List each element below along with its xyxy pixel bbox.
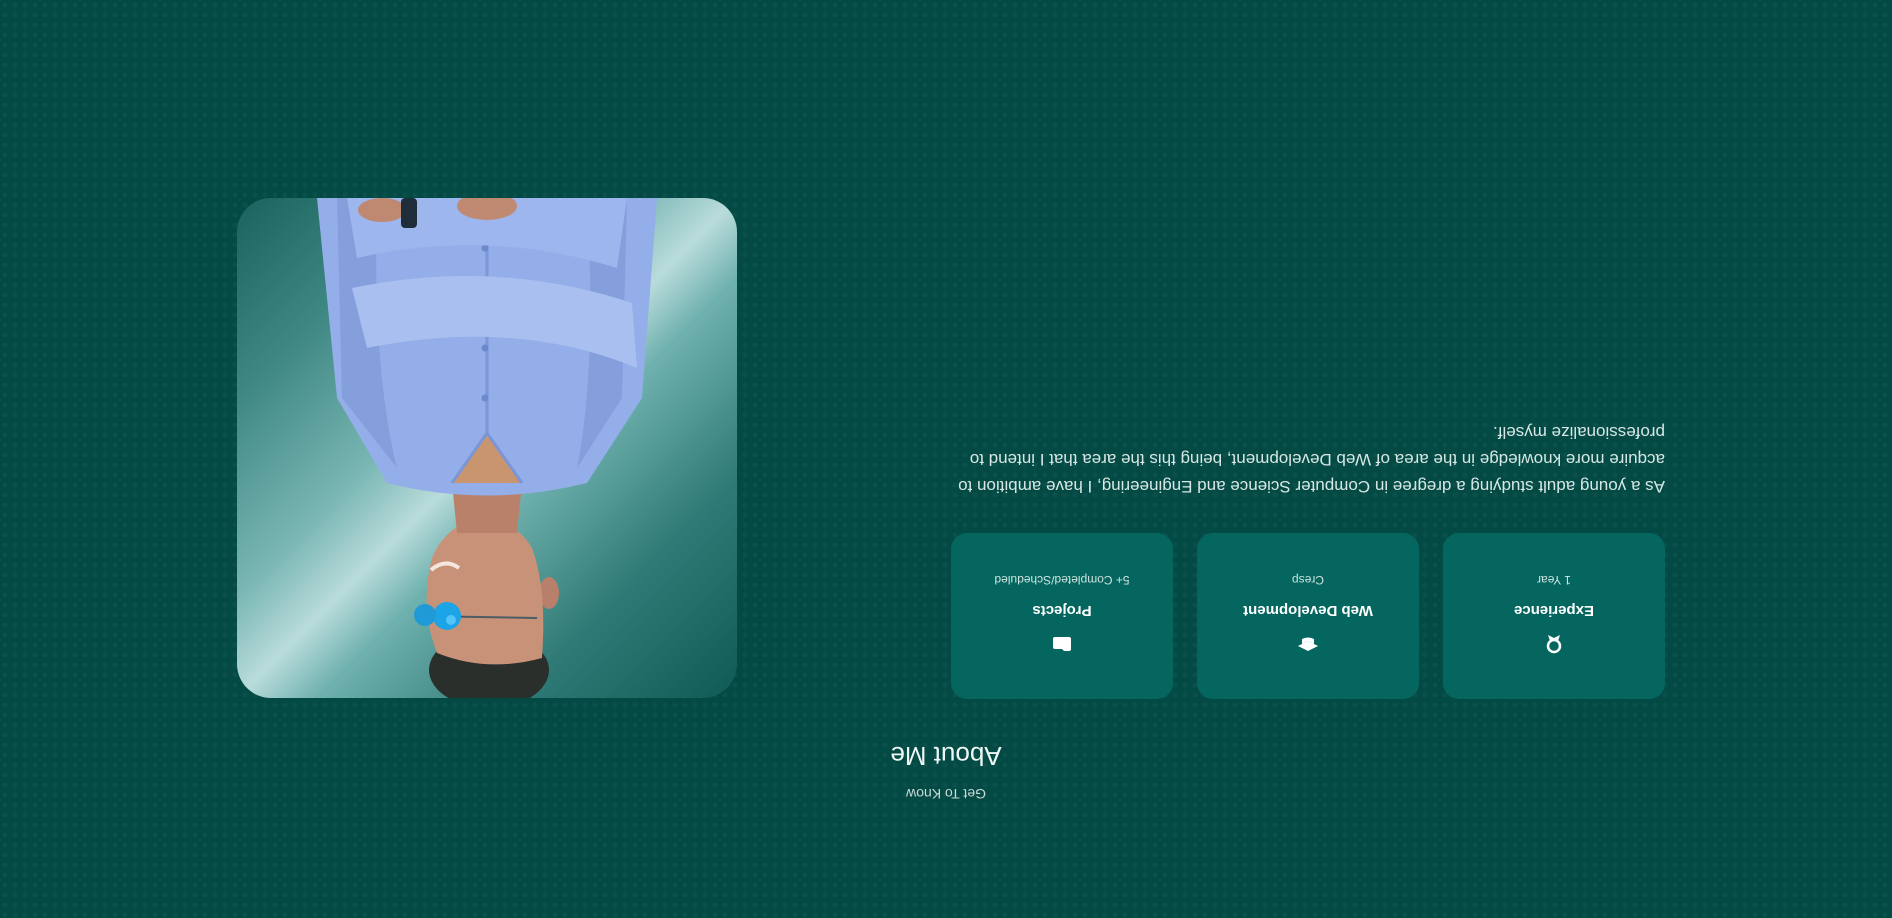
card-title: Projects: [1032, 602, 1092, 619]
about-description: As a young adult studying a dregree in C…: [958, 423, 1665, 496]
web-development-card: Web Development Cresp: [1197, 533, 1419, 699]
card-value: 1 Year: [1536, 573, 1572, 587]
section-title: About Me: [890, 741, 1002, 771]
experience-card: Experience 1 Year: [1443, 533, 1665, 699]
card-title: Web Development: [1243, 602, 1373, 619]
folder-icon: [1051, 633, 1073, 655]
about-section: Get To Know About Me Experience 1 Year W…: [0, 0, 1892, 918]
profile-photo: [237, 198, 737, 698]
card-title: Experience: [1513, 602, 1595, 619]
person-illustration: [317, 198, 657, 698]
award-icon: [1543, 633, 1565, 655]
info-cards: Experience 1 Year Web Development Cresp …: [951, 533, 1665, 699]
card-value: 5+ Completed/Scheduled: [994, 573, 1130, 587]
card-value: Cresp: [1292, 573, 1325, 587]
projects-card: Projects 5+ Completed/Scheduled: [951, 533, 1173, 699]
section-subtitle: Get To Know: [906, 786, 986, 802]
graduation-cap-icon: [1297, 633, 1319, 655]
